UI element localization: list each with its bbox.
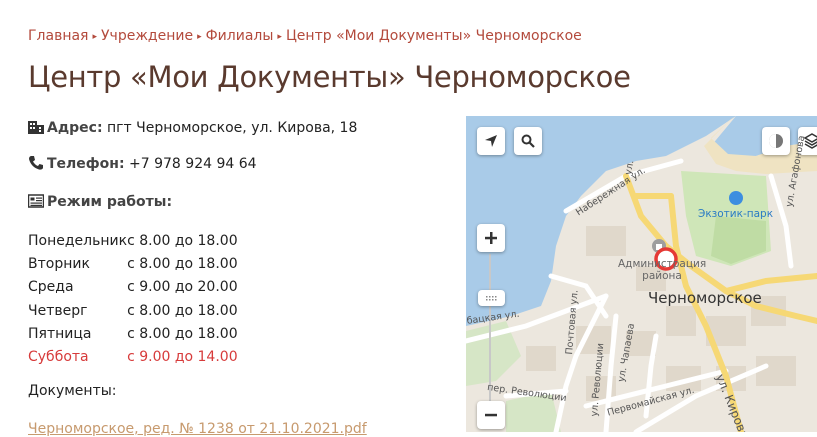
schedule-row: Четверг с 8.00 до 18.00 [28,299,238,322]
schedule-icon [28,194,44,208]
map-label-town: Черноморское [648,289,762,307]
breadcrumb-home[interactable]: Главная [28,28,88,44]
schedule-day: Пятница [28,325,92,342]
schedule-row-saturday: Суббота с 9.00 до 14.00 [28,345,238,368]
zoom-in-icon [485,232,497,244]
schedule-heading: Режим работы: [28,194,172,210]
schedule-day: Понедельник [28,232,128,249]
schedule-time: с 9.00 до 14.00 [127,349,238,366]
address-row: Адрес: пгт Черноморское, ул. Кирова, 18 [28,120,357,136]
building-icon [28,121,44,134]
address-label: Адрес: [47,120,103,136]
zoom-out-icon [485,413,497,417]
breadcrumb-separator-icon: ▸ [277,32,282,42]
schedule-day: Вторник [28,255,90,272]
phone-row: Телефон: +7 978 924 94 64 [28,156,257,172]
breadcrumb-separator-icon: ▸ [197,32,202,42]
park-icon [729,191,743,205]
map-label-park: Экзотик-парк [698,208,774,220]
documents-label: Документы: [28,383,117,399]
map-widget[interactable]: Черноморское Администрация района Экзоти… [466,116,817,432]
zoom-in-button[interactable] [477,224,505,252]
breadcrumb-branches[interactable]: Филиалы [206,28,274,44]
schedule-row: Понедельник с 8.00 до 18.00 [28,229,238,252]
phone-icon [29,156,43,170]
document-link[interactable]: Черноморское, ред. № 1238 от 21.10.2021.… [28,421,367,437]
schedule-day: Среда [28,279,74,296]
schedule-table: Понедельник с 8.00 до 18.00 Вторник с 8.00… [28,229,238,369]
zoom-out-button[interactable] [477,401,505,429]
schedule-row: Среда с 9.00 до 20.00 [28,276,238,299]
schedule-time: с 8.00 до 18.00 [127,232,238,249]
zoom-slider-handle[interactable] [478,290,505,306]
breadcrumb-institution[interactable]: Учреждение [101,28,193,44]
search-icon [521,134,535,148]
phone-label: Телефон: [47,156,125,172]
schedule-day: Четверг [28,302,88,319]
schedule-time: с 9.00 до 20.00 [127,279,238,296]
schedule-label: Режим работы: [47,194,173,210]
locate-button[interactable] [477,127,505,155]
breadcrumb-current[interactable]: Центр «Мои Документы» Черноморское [286,28,582,44]
phone-value: +7 978 924 94 64 [129,156,257,172]
grip-icon [486,296,497,301]
schedule-time: с 8.00 до 18.00 [127,325,238,342]
address-value: пгт Черноморское, ул. Кирова, 18 [107,120,358,136]
map-label-admin: Администрация района [618,258,707,282]
map-search-button[interactable] [514,127,542,155]
layer-style-icon [769,134,783,148]
schedule-time: с 8.00 до 18.00 [127,255,238,272]
breadcrumb: Главная ▸ Учреждение ▸ Филиалы ▸ Центр «Мои До… [28,28,582,44]
schedule-row: Вторник с 8.00 до 18.00 [28,252,238,275]
schedule-row: Пятница с 8.00 до 18.00 [28,322,238,345]
page-title: Центр «Мои Документы» Черноморское [28,60,631,94]
locate-icon [485,135,497,147]
map-style-button[interactable] [762,127,790,155]
schedule-day: Суббота [28,349,89,366]
schedule-time: с 8.00 до 18.00 [127,302,238,319]
breadcrumb-separator-icon: ▸ [92,32,98,42]
